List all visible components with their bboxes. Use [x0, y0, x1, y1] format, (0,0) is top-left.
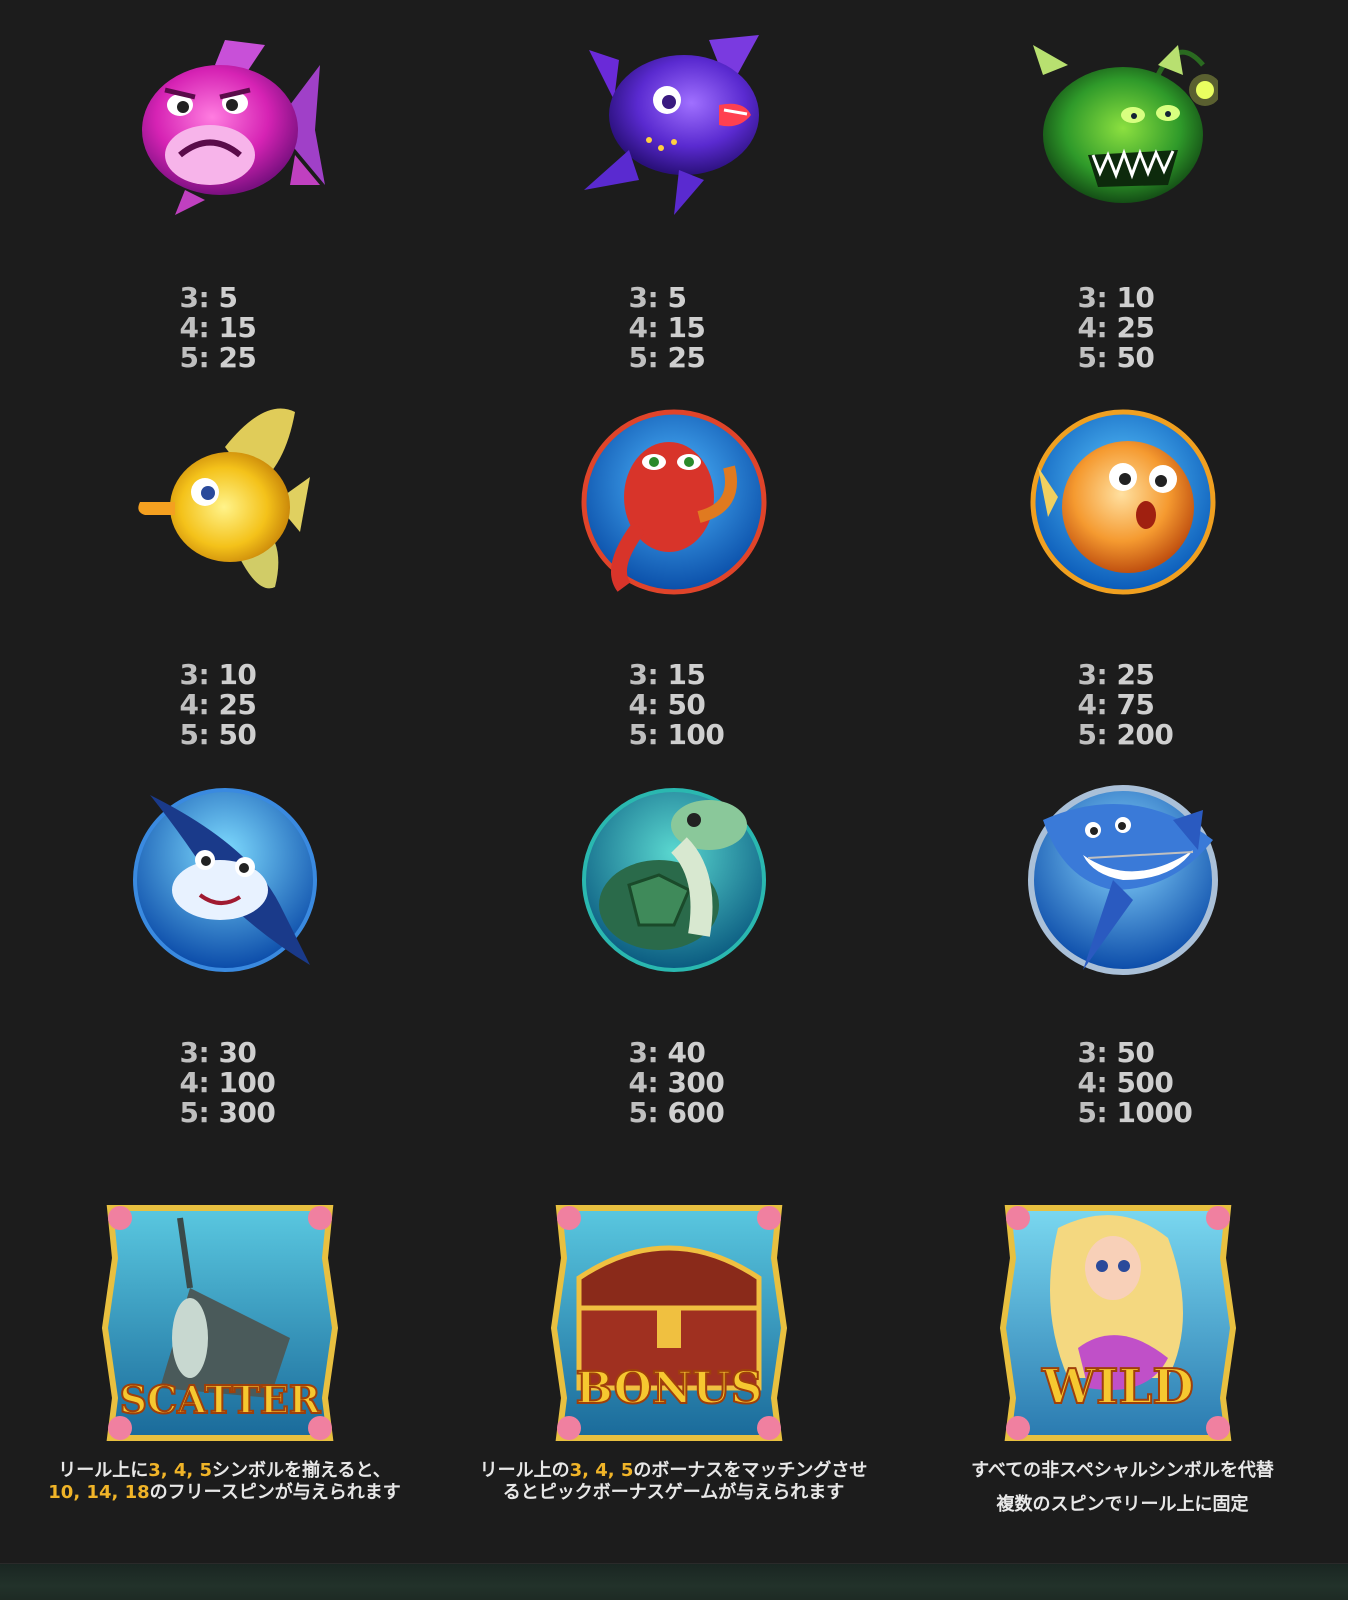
- bonus-description: リール上の3, 4, 5のボーナスをマッチングさせるとピックボーナスゲームが与え…: [479, 1460, 868, 1503]
- payout-table: 3: 10 4: 25 5: 50: [180, 660, 270, 750]
- sea-turtle-icon: [569, 780, 779, 980]
- paytable-page: 3: 5 4: 15 5: 25 3: 5 4: 15 5: 25 3: 10 …: [0, 0, 1348, 1600]
- symbol-cell: 3: 10 4: 25 5: 50: [0, 402, 449, 750]
- payout-line: 3: 5: [179, 281, 238, 314]
- payout-line: 3: 10: [1077, 281, 1155, 314]
- payout-line: 4: 100: [179, 1066, 276, 1099]
- payout-line: 5: 100: [628, 718, 725, 751]
- wild-mermaid-icon: WILD: [998, 1198, 1238, 1448]
- payout-line: 3: 50: [1077, 1036, 1155, 1069]
- wild-description-line1: すべての非スペシャルシンボルを代替: [971, 1460, 1274, 1481]
- payout-line: 5: 200: [1077, 718, 1174, 751]
- symbol-cell: 3: 5 4: 15 5: 25: [449, 25, 898, 373]
- symbol-cell: 3: 25 4: 75 5: 200: [898, 402, 1347, 750]
- payout-line: 5: 300: [179, 1096, 276, 1129]
- payout-line: 3: 40: [628, 1036, 706, 1069]
- payout-line: 5: 600: [628, 1096, 725, 1129]
- symbol-cell: 3: 15 4: 50 5: 100: [449, 402, 898, 750]
- wild-description-line2: 複数のスピンでリール上に固定: [996, 1494, 1249, 1515]
- purple-piranha-icon: [569, 25, 779, 225]
- payout-table: 3: 30 4: 100 5: 300: [179, 1036, 276, 1129]
- payout-table: 3: 15 4: 50 5: 100: [628, 658, 725, 751]
- wild-logo-text: WILD: [1041, 1359, 1194, 1415]
- payout-table: 3: 50 4: 500 5: 1000: [1077, 1036, 1193, 1129]
- payout-line: 4: 25: [179, 688, 257, 721]
- pink-pufferfish-icon: [120, 25, 330, 225]
- red-octopus-icon: [569, 402, 779, 602]
- payout-table: 3: 40 4: 300 5: 600: [628, 1036, 725, 1129]
- payout-line: 4: 15: [179, 311, 257, 344]
- payout-line: 3: 30: [179, 1036, 257, 1069]
- scatter-shipwreck-icon: SCATTER: [100, 1198, 340, 1448]
- green-anglerfish-icon: [1018, 25, 1228, 225]
- payout-line: 3: 15: [628, 658, 706, 691]
- payout-line: 5: 25: [179, 341, 257, 374]
- symbol-cell: 3: 50 4: 500 5: 1000: [898, 780, 1347, 1128]
- payout-line: 4: 50: [628, 688, 706, 721]
- bonus-cell: BONUS リール上の3, 4, 5のボーナスをマッチングさせるとピックボーナス…: [449, 1198, 898, 1504]
- symbol-cell: 3: 5 4: 15 5: 25: [0, 25, 449, 373]
- payout-line: 5: 50: [1077, 341, 1155, 374]
- scatter-logo-text: SCATTER: [119, 1377, 320, 1422]
- scatter-description: リール上に3, 4, 5シンボルを揃えると、 10, 14, 18のフリースピン…: [48, 1460, 401, 1503]
- wild-cell: WILD すべての非スペシャルシンボルを代替 複数のスピンでリール上に固定: [898, 1198, 1347, 1516]
- payout-line: 4: 25: [1077, 311, 1155, 344]
- symbol-cell: 3: 40 4: 300 5: 600: [449, 780, 898, 1128]
- wild-description: すべての非スペシャルシンボルを代替 複数のスピンでリール上に固定: [923, 1460, 1323, 1516]
- payout-table: 3: 5 4: 15 5: 25: [180, 283, 270, 373]
- symbol-cell: 3: 10 4: 25 5: 50: [898, 25, 1347, 373]
- manta-ray-icon: [120, 780, 330, 980]
- bonus-logo-text: BONUS: [575, 1363, 762, 1414]
- payout-line: 3: 10: [179, 658, 257, 691]
- payout-table: 3: 10 4: 25 5: 50: [1078, 283, 1168, 373]
- payout-line: 3: 25: [1077, 658, 1155, 691]
- symbol-cell: 3: 30 4: 100 5: 300: [0, 780, 449, 1128]
- payout-table: 3: 25 4: 75 5: 200: [1077, 658, 1174, 751]
- payout-line: 4: 75: [1077, 688, 1155, 721]
- shark-icon: [1018, 780, 1228, 980]
- payout-table: 3: 5 4: 15 5: 25: [629, 283, 719, 373]
- payout-line: 3: 5: [628, 281, 687, 314]
- payout-line: 5: 25: [628, 341, 706, 374]
- scatter-cell: SCATTER リール上に3, 4, 5シンボルを揃えると、 10, 14, 1…: [0, 1198, 449, 1504]
- bottom-background-strip: [0, 1563, 1348, 1600]
- payout-line: 4: 300: [628, 1066, 725, 1099]
- bonus-treasure-chest-icon: BONUS: [549, 1198, 789, 1448]
- orange-blowfish-icon: [1018, 402, 1228, 602]
- payout-line: 4: 15: [628, 311, 706, 344]
- payout-line: 5: 50: [179, 718, 257, 751]
- payout-line: 4: 500: [1077, 1066, 1174, 1099]
- payout-line: 5: 1000: [1077, 1096, 1193, 1129]
- yellow-tang-fish-icon: [120, 402, 330, 602]
